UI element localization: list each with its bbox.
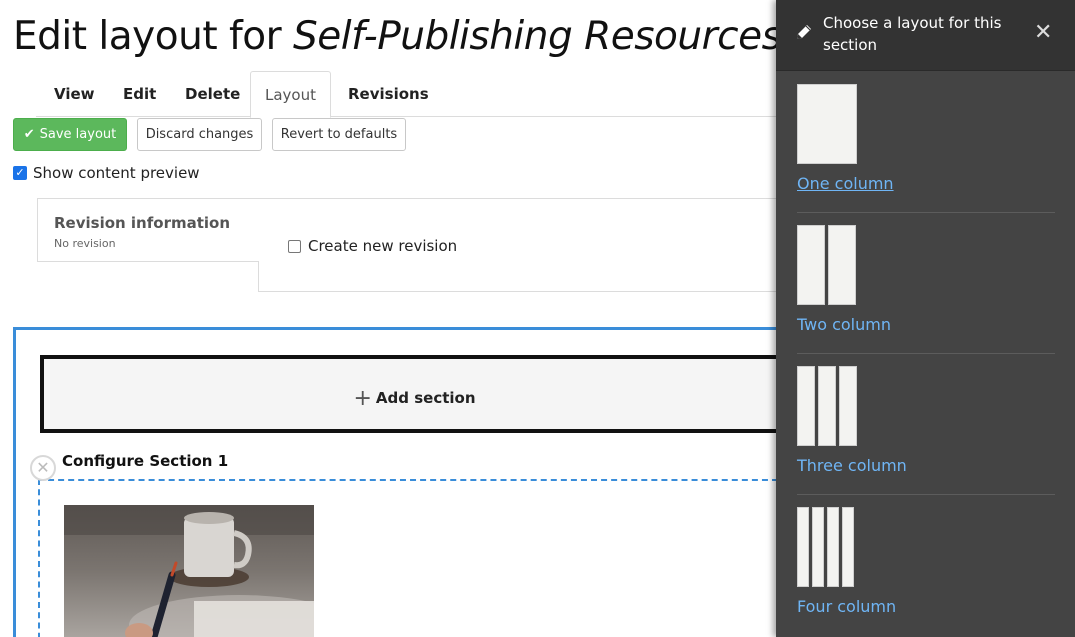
three-column-layout-icon[interactable] xyxy=(797,366,1055,446)
add-section-label: Add section xyxy=(375,389,476,407)
create-new-revision[interactable]: Create new revision xyxy=(288,237,457,255)
layout-option-two-column[interactable]: Two column xyxy=(797,225,1055,334)
page-title-prefix: Edit layout for xyxy=(13,14,294,59)
layout-option-label[interactable]: One column xyxy=(797,174,1055,193)
check-icon: ✔ xyxy=(23,127,35,142)
content-image xyxy=(64,505,314,637)
divider xyxy=(797,494,1055,495)
layout-chooser-panel: Choose a layout for this section ✕ One c… xyxy=(776,0,1075,637)
revision-information-title: Revision information xyxy=(54,214,231,232)
four-column-layout-icon[interactable] xyxy=(797,507,1055,587)
layout-option-label[interactable]: Two column xyxy=(797,315,1055,334)
layout-option-label[interactable]: Four column xyxy=(797,597,1055,616)
add-section-button[interactable]: + Add section xyxy=(40,355,785,433)
tab-revisions[interactable]: Revisions xyxy=(348,71,429,117)
plus-icon: + xyxy=(353,386,372,411)
tab-delete[interactable]: Delete xyxy=(185,71,240,117)
show-content-preview[interactable]: ✓ Show content preview xyxy=(13,164,200,182)
pencil-icon xyxy=(797,25,811,39)
configure-section-link[interactable]: Configure Section 1 xyxy=(62,452,228,470)
show-content-preview-label: Show content preview xyxy=(33,164,200,182)
layout-option-three-column[interactable]: Three column xyxy=(797,366,1055,475)
tab-edit[interactable]: Edit xyxy=(123,71,156,117)
remove-section-icon[interactable]: ✕ xyxy=(30,455,56,481)
save-layout-button[interactable]: ✔ Save layout xyxy=(13,118,127,151)
panel-header: Choose a layout for this section ✕ xyxy=(776,0,1075,71)
two-column-layout-icon[interactable] xyxy=(797,225,1055,305)
divider xyxy=(797,353,1055,354)
one-column-layout-icon[interactable] xyxy=(797,84,1055,164)
checkbox-checked-icon[interactable]: ✓ xyxy=(13,166,27,180)
close-icon[interactable]: ✕ xyxy=(1034,20,1052,45)
layout-option-label[interactable]: Three column xyxy=(797,456,1055,475)
create-new-revision-label: Create new revision xyxy=(308,237,458,255)
page-title-entity: Self-Publishing Resources xyxy=(293,14,782,59)
coffee-desk-photo xyxy=(64,505,314,637)
discard-changes-button[interactable]: Discard changes xyxy=(137,118,262,151)
checkbox-unchecked-icon[interactable] xyxy=(288,239,301,253)
layout-option-one-column[interactable]: One column xyxy=(797,84,1055,193)
panel-title: Choose a layout for this section xyxy=(823,14,1002,54)
revision-information-tab[interactable]: Revision information No revision xyxy=(37,198,259,262)
revert-defaults-button[interactable]: Revert to defaults xyxy=(272,118,406,151)
primary-tabs: View Edit Delete Layout Revisions xyxy=(36,71,776,118)
tab-layout[interactable]: Layout xyxy=(250,71,331,118)
tab-view[interactable]: View xyxy=(54,71,95,117)
save-layout-label: Save layout xyxy=(39,127,117,142)
page-title: Edit layout for Self-Publishing Resource… xyxy=(13,14,782,59)
divider xyxy=(797,212,1055,213)
revision-information-summary: No revision xyxy=(54,237,116,250)
layout-option-four-column[interactable]: Four column xyxy=(797,507,1055,616)
